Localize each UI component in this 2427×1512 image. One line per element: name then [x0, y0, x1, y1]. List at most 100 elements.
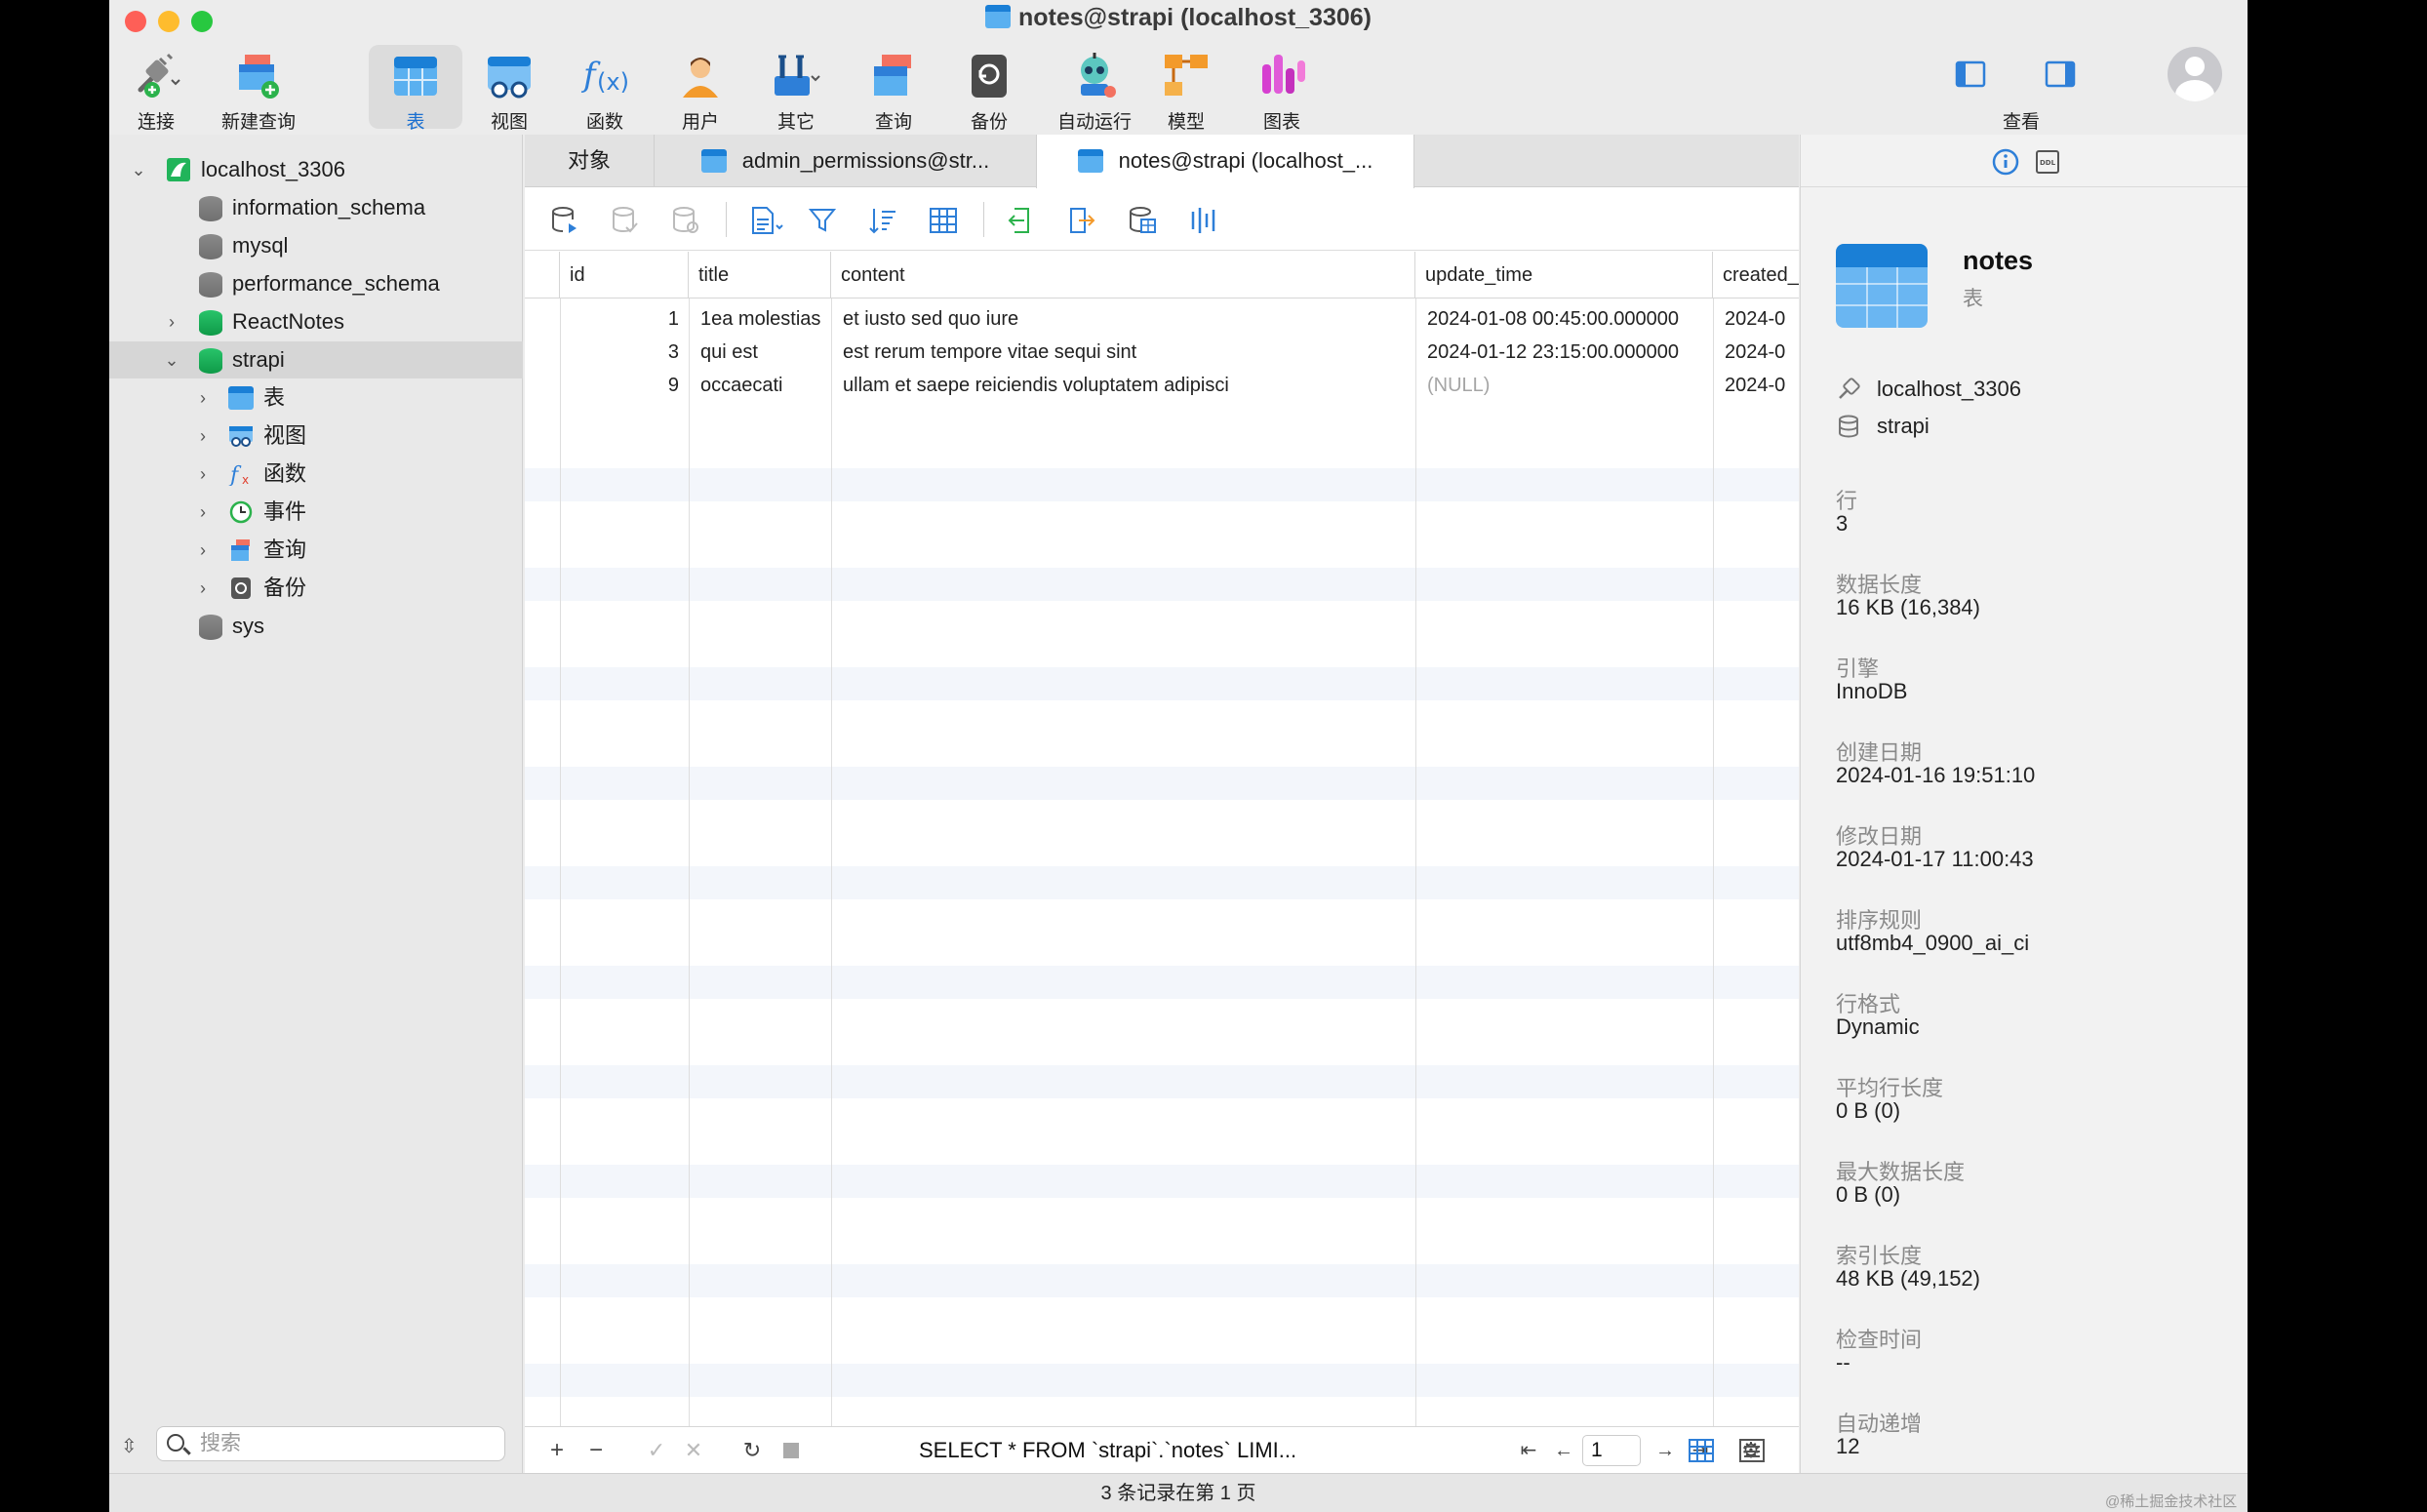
- toolbar-function-label: 函数: [585, 112, 623, 133]
- tree-item-tables[interactable]: › 表: [109, 379, 523, 417]
- apply-changes-button[interactable]: ✓: [642, 1435, 671, 1466]
- tree-item-backups[interactable]: › 备份: [109, 570, 523, 607]
- tree-item-functions[interactable]: › fx 函数: [109, 456, 523, 493]
- chevron-right-icon[interactable]: ›: [193, 379, 213, 417]
- table-row[interactable]: 3 qui est est rerum tempore vitae sequi …: [525, 336, 1799, 369]
- chevron-down-icon[interactable]: ⌄: [129, 151, 148, 188]
- tree-connection-localhost[interactable]: ⌄ localhost_3306: [109, 151, 523, 188]
- chevron-right-icon[interactable]: ›: [193, 494, 213, 531]
- cell-update-time[interactable]: (NULL): [1415, 369, 1713, 402]
- first-page-button[interactable]: ⇤: [1514, 1435, 1543, 1466]
- toolbar-automation-button[interactable]: 自动运行: [1044, 45, 1145, 133]
- sql-preview[interactable]: SELECT * FROM `strapi`.`notes` LIMI...: [919, 1435, 1296, 1466]
- next-page-button[interactable]: →: [1651, 1435, 1680, 1466]
- column-header-title[interactable]: title: [689, 252, 831, 298]
- table-row[interactable]: 1 1ea molestias et iusto sed quo iure 20…: [525, 302, 1799, 336]
- tab-notes[interactable]: notes@strapi (localhost_...: [1036, 135, 1414, 188]
- cell-title[interactable]: occaecati: [689, 369, 831, 402]
- tree-db-mysql[interactable]: mysql: [109, 227, 523, 264]
- tree-db-reactnotes[interactable]: › ReactNotes: [109, 303, 523, 340]
- tab-admin-permissions[interactable]: admin_permissions@str...: [654, 135, 1036, 187]
- cell-update-time[interactable]: 2024-01-12 23:15:00.000000: [1415, 336, 1713, 369]
- sort-icon[interactable]: [868, 206, 897, 235]
- data-generation-icon[interactable]: [1128, 206, 1157, 235]
- filter-icon[interactable]: [808, 206, 837, 235]
- grid-icon[interactable]: [929, 206, 958, 235]
- tree-db-label: information_schema: [232, 195, 426, 219]
- cell-title[interactable]: 1ea molestias: [689, 302, 831, 336]
- chevron-right-icon[interactable]: ›: [162, 303, 181, 340]
- cell-title[interactable]: qui est: [689, 336, 831, 369]
- toggle-sidebar-icon[interactable]: [1955, 60, 1986, 90]
- toolbar-function-button[interactable]: f (x) 函数: [566, 45, 644, 133]
- refresh-button[interactable]: ↻: [737, 1435, 767, 1466]
- watermark: @稀土掘金技术社区: [2105, 1493, 2238, 1510]
- delete-record-button[interactable]: −: [581, 1435, 611, 1466]
- toolbar-connect-label: 连接: [137, 112, 175, 133]
- discard-changes-button[interactable]: ✕: [679, 1435, 708, 1466]
- tab-label: notes@strapi (localhost_...: [1118, 148, 1373, 173]
- toggle-info-panel-icon[interactable]: [2045, 60, 2076, 90]
- add-record-button[interactable]: +: [542, 1435, 572, 1466]
- export-icon[interactable]: [1067, 206, 1096, 235]
- tree-db-performance-schema[interactable]: performance_schema: [109, 265, 523, 302]
- avatar[interactable]: [2168, 47, 2222, 101]
- cell-content[interactable]: ullam et saepe reiciendis voluptatem adi…: [831, 369, 1415, 402]
- chevron-down-icon[interactable]: ⌄: [162, 341, 181, 378]
- cell-id[interactable]: 9: [560, 369, 689, 402]
- toolbar-other-button[interactable]: 其它: [757, 45, 835, 133]
- grid-view-icon[interactable]: [1688, 1438, 1715, 1463]
- sidebar-search-input[interactable]: 搜索: [156, 1426, 505, 1461]
- column-header-update-time[interactable]: update_time: [1415, 252, 1713, 298]
- cell-created[interactable]: 2024-0: [1713, 302, 1799, 336]
- prev-page-button[interactable]: ←: [1549, 1435, 1578, 1466]
- column-divider: [560, 298, 561, 1426]
- toolbar-user-button[interactable]: 用户: [661, 45, 739, 133]
- chevron-right-icon[interactable]: ›: [193, 418, 213, 455]
- cell-content[interactable]: est rerum tempore vitae sequi sint: [831, 336, 1415, 369]
- cell-content[interactable]: et iusto sed quo iure: [831, 302, 1415, 336]
- info-field-value: 2024-01-16 19:51:10: [1836, 763, 2036, 787]
- chevron-right-icon[interactable]: ›: [193, 532, 213, 569]
- rollback-icon[interactable]: [671, 206, 700, 235]
- cell-update-time[interactable]: 2024-01-08 00:45:00.000000: [1415, 302, 1713, 336]
- toolbar-model-button[interactable]: 模型: [1147, 45, 1225, 133]
- commit-icon[interactable]: [611, 206, 640, 235]
- tree-db-strapi[interactable]: ⌄ strapi: [109, 341, 523, 378]
- begin-transaction-icon[interactable]: [550, 206, 579, 235]
- tree-db-information-schema[interactable]: information_schema: [109, 189, 523, 226]
- tree-item-views[interactable]: › 视图: [109, 418, 523, 455]
- toolbar-table-button[interactable]: 表: [369, 45, 462, 133]
- tree-item-queries[interactable]: › 查询: [109, 532, 523, 569]
- form-view-icon[interactable]: [1738, 1438, 1766, 1463]
- title-bar: notes@strapi (localhost_3306): [109, 0, 2248, 41]
- toolbar-connect-button[interactable]: 连接: [117, 45, 195, 133]
- info-icon[interactable]: [1992, 148, 2019, 176]
- chevron-right-icon[interactable]: ›: [193, 570, 213, 607]
- import-icon[interactable]: [1007, 206, 1036, 235]
- ddl-icon[interactable]: DDL: [2035, 149, 2060, 175]
- tree-item-events[interactable]: › 事件: [109, 494, 523, 531]
- column-header-label: id: [570, 264, 585, 286]
- cell-created[interactable]: 2024-0: [1713, 369, 1799, 402]
- cell-id[interactable]: 3: [560, 336, 689, 369]
- toolbar-view-button[interactable]: 视图: [470, 45, 548, 133]
- profile-chart-icon[interactable]: [1188, 206, 1217, 235]
- text-view-icon[interactable]: [749, 206, 788, 235]
- cell-id[interactable]: 1: [560, 302, 689, 336]
- column-header-id[interactable]: id: [560, 252, 689, 298]
- column-header-content[interactable]: content: [831, 252, 1415, 298]
- table-row[interactable]: 9 occaecati ullam et saepe reiciendis vo…: [525, 369, 1799, 402]
- toolbar-chart-button[interactable]: 图表: [1243, 45, 1321, 133]
- column-header-created[interactable]: created_: [1713, 252, 1799, 298]
- chevron-right-icon[interactable]: ›: [193, 456, 213, 493]
- toolbar-new-query-button[interactable]: 新建查询: [215, 45, 302, 133]
- toolbar-query-button[interactable]: 查询: [855, 45, 933, 133]
- page-number-input[interactable]: 1: [1582, 1435, 1641, 1466]
- tree-db-sys[interactable]: sys: [109, 608, 523, 645]
- stop-button[interactable]: [776, 1435, 806, 1466]
- cell-created[interactable]: 2024-0: [1713, 336, 1799, 369]
- tab-objects[interactable]: 对象: [525, 135, 654, 187]
- toolbar-backup-button[interactable]: 备份: [950, 45, 1028, 133]
- sort-updown-icon[interactable]: ⇳: [121, 1434, 138, 1458]
